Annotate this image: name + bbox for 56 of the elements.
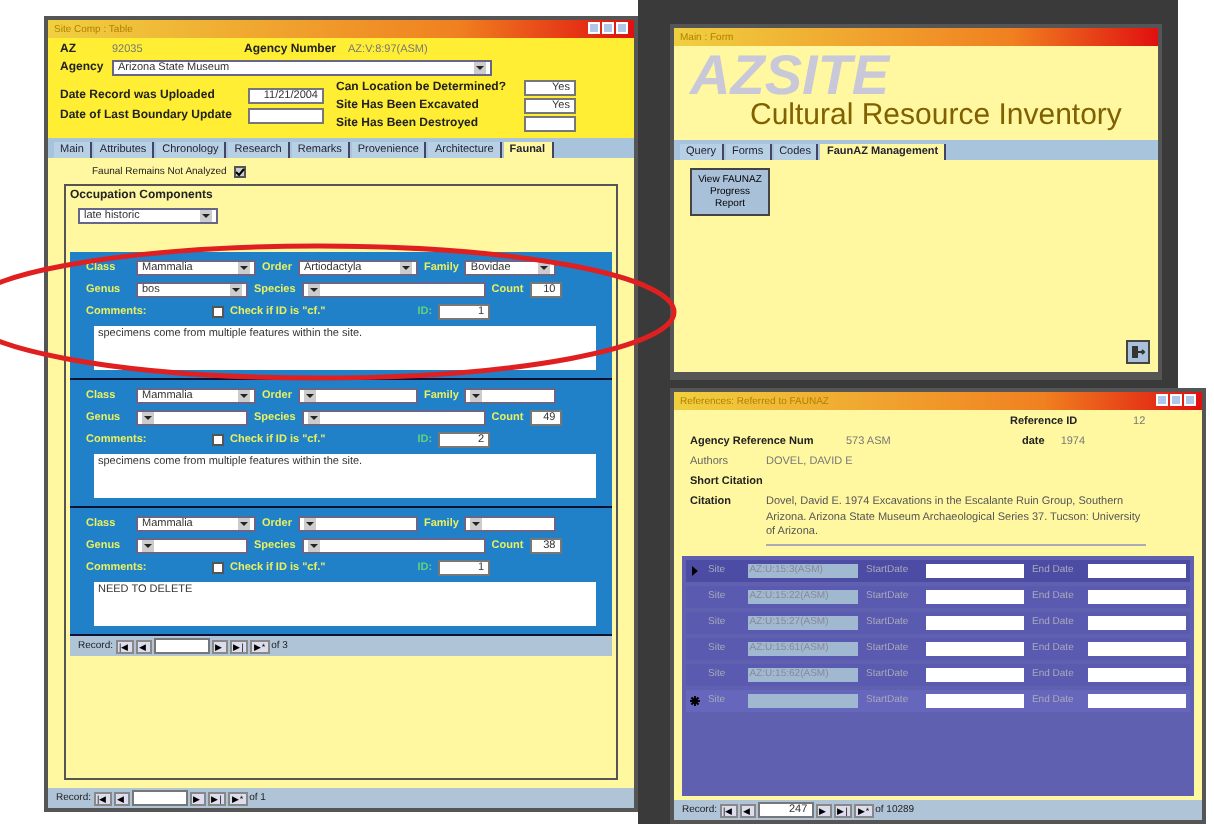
checkbox[interactable] xyxy=(234,166,247,178)
dropdown-arrow-icon[interactable] xyxy=(307,540,320,552)
minimize-button[interactable] xyxy=(588,21,600,33)
dropdown-arrow-icon[interactable] xyxy=(238,390,250,402)
end-date-field[interactable] xyxy=(1087,641,1186,656)
site-field[interactable] xyxy=(747,693,858,708)
exit-door-icon xyxy=(1130,344,1146,361)
dropdown-arrow-icon[interactable] xyxy=(200,210,212,222)
minimize-button[interactable] xyxy=(1156,393,1168,406)
dropdown-field[interactable] xyxy=(464,516,557,532)
end-date-field[interactable] xyxy=(1087,589,1186,604)
dropdown-arrow-icon[interactable] xyxy=(307,412,320,424)
logo-text: AZSITE xyxy=(690,54,890,98)
dropdown-arrow-icon[interactable] xyxy=(303,390,316,402)
dropdown-field[interactable] xyxy=(297,388,418,404)
dropdown-arrow-icon[interactable] xyxy=(238,262,250,274)
dropdown-field[interactable] xyxy=(301,538,486,554)
dropdown-arrow-icon[interactable] xyxy=(399,262,412,274)
checkbox[interactable] xyxy=(212,306,224,318)
close-button[interactable] xyxy=(616,21,628,33)
date-field[interactable] xyxy=(248,108,324,124)
dropdown-arrow-icon[interactable] xyxy=(142,540,154,552)
start-date-field[interactable] xyxy=(925,641,1024,656)
start-date-field[interactable] xyxy=(925,667,1024,682)
dropdown-field[interactable] xyxy=(464,388,557,404)
end-date-field[interactable] xyxy=(1087,563,1186,578)
close-button[interactable] xyxy=(1184,393,1196,406)
dropdown-arrow-icon[interactable] xyxy=(238,518,250,530)
dropdown-field[interactable] xyxy=(301,282,486,298)
end-date-field[interactable] xyxy=(1087,667,1186,682)
dropdown-field[interactable] xyxy=(297,516,418,532)
end-date-field[interactable] xyxy=(1087,693,1186,708)
dropdown-field[interactable] xyxy=(136,538,248,554)
dropdown-arrow-icon[interactable] xyxy=(474,62,486,74)
record-number-field[interactable] xyxy=(153,638,210,654)
dropdown-arrow-icon[interactable] xyxy=(307,284,320,296)
checkbox[interactable] xyxy=(212,434,224,446)
dropdown-field[interactable] xyxy=(301,410,486,426)
end-date-field[interactable] xyxy=(1087,615,1186,630)
exit-button[interactable] xyxy=(1126,340,1150,365)
text-field[interactable] xyxy=(524,116,576,132)
app-heading: Cultural Resource Inventory xyxy=(750,98,1122,132)
start-date-field[interactable] xyxy=(925,563,1024,578)
start-date-field[interactable] xyxy=(925,693,1024,708)
maximize-button[interactable] xyxy=(1170,393,1182,406)
dropdown-arrow-icon[interactable] xyxy=(470,518,483,530)
dropdown-arrow-icon[interactable] xyxy=(230,284,242,296)
maximize-button[interactable] xyxy=(602,21,614,33)
record-number-field[interactable] xyxy=(131,790,188,806)
dropdown-arrow-icon[interactable] xyxy=(303,518,316,530)
dropdown-arrow-icon[interactable] xyxy=(470,390,483,402)
start-date-field[interactable] xyxy=(925,615,1024,630)
dropdown-field[interactable] xyxy=(136,410,248,426)
start-date-field[interactable] xyxy=(925,589,1024,604)
checkbox[interactable] xyxy=(212,562,224,574)
dropdown-arrow-icon[interactable] xyxy=(142,412,154,424)
